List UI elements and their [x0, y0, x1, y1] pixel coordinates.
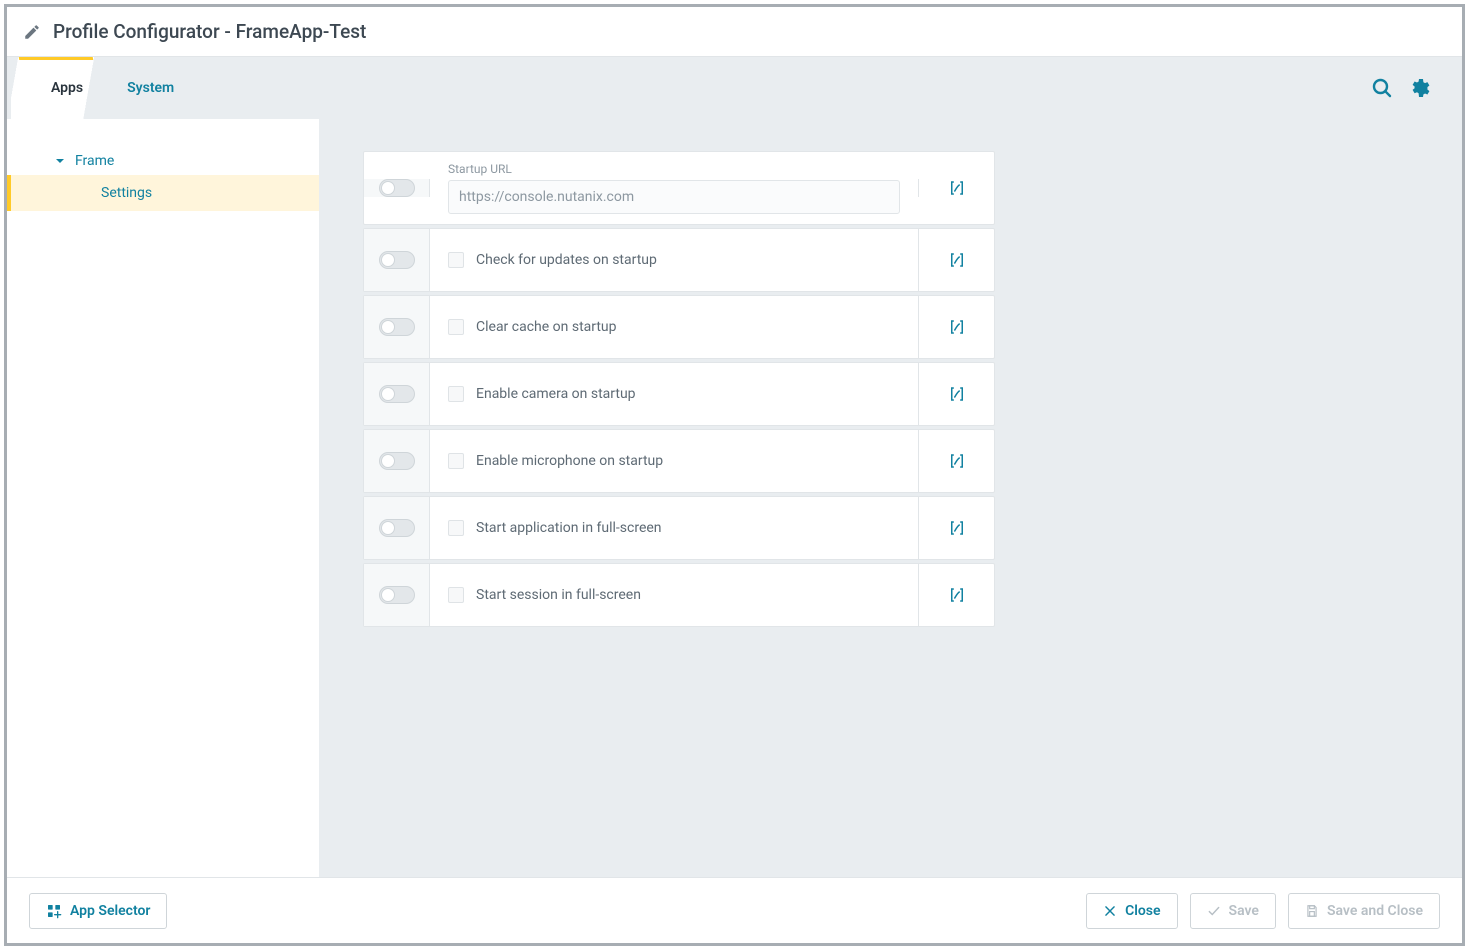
value-source-button[interactable] [918, 363, 994, 425]
check-icon [1207, 904, 1221, 918]
tab-system[interactable]: System [105, 57, 196, 119]
apps-icon [46, 903, 62, 919]
sidebar-item-settings-label: Settings [101, 185, 152, 201]
checkbox-check-updates[interactable] [448, 252, 464, 268]
toggle-cell [364, 564, 430, 626]
body: Frame Settings Startup URL [7, 119, 1462, 877]
setting-row: Enable microphone on startup [363, 429, 995, 493]
value-source-button[interactable] [918, 430, 994, 492]
value-source-button[interactable] [918, 229, 994, 291]
setting-main: Startup URL [430, 152, 918, 224]
brackets-icon [948, 385, 966, 403]
setting-row: Check for updates on startup [363, 228, 995, 292]
close-icon [1103, 904, 1117, 918]
settings-list: Startup URL Ch [363, 151, 995, 627]
close-label: Close [1125, 903, 1160, 919]
setting-label: Clear cache on startup [476, 319, 617, 335]
sidebar-item-frame-label: Frame [75, 153, 114, 169]
brackets-icon [948, 251, 966, 269]
checkbox-camera[interactable] [448, 386, 464, 402]
setting-main: Start session in full-screen [430, 564, 918, 626]
setting-row-startup-url: Startup URL [363, 151, 995, 225]
save-button[interactable]: Save [1190, 893, 1276, 929]
setting-main: Enable microphone on startup [430, 430, 918, 492]
page-title: Profile Configurator - FrameApp-Test [53, 20, 366, 43]
setting-main: Start application in full-screen [430, 497, 918, 559]
setting-main: Enable camera on startup [430, 363, 918, 425]
tab-apps[interactable]: Apps [29, 57, 105, 119]
title-prefix: Profile Configurator - [53, 20, 236, 43]
chevron-down-icon [55, 156, 65, 166]
gear-eye-icon[interactable] [1406, 74, 1434, 102]
band-right-icons [1368, 74, 1434, 102]
save-icon [1305, 904, 1319, 918]
tab-band: Apps System [7, 57, 1462, 119]
toggle-camera[interactable] [379, 385, 415, 403]
checkbox-session-fullscreen[interactable] [448, 587, 464, 603]
search-icon[interactable] [1368, 74, 1396, 102]
sidebar: Frame Settings [7, 119, 319, 877]
brackets-icon [948, 179, 966, 197]
tab-apps-label: Apps [51, 80, 83, 96]
setting-row: Start application in full-screen [363, 496, 995, 560]
checkbox-microphone[interactable] [448, 453, 464, 469]
checkbox-clear-cache[interactable] [448, 319, 464, 335]
setting-label: Start session in full-screen [476, 587, 641, 603]
toggle-check-updates[interactable] [379, 251, 415, 269]
toggle-cell [364, 229, 430, 291]
footer: App Selector Close Save Save and Close [7, 877, 1462, 943]
toggle-cell [364, 430, 430, 492]
window: Profile Configurator - FrameApp-Test App… [4, 4, 1465, 946]
tab-system-label: System [127, 80, 174, 96]
save-label: Save [1229, 903, 1259, 919]
toggle-cell [364, 179, 430, 197]
setting-main: Clear cache on startup [430, 296, 918, 358]
setting-label: Enable camera on startup [476, 386, 636, 402]
startup-url-label: Startup URL [448, 162, 900, 176]
toggle-cell [364, 296, 430, 358]
value-source-button[interactable] [918, 564, 994, 626]
edit-icon [23, 23, 41, 41]
app-selector-button[interactable]: App Selector [29, 893, 167, 929]
canvas: Startup URL Ch [319, 119, 1462, 877]
toggle-app-fullscreen[interactable] [379, 519, 415, 537]
toggle-microphone[interactable] [379, 452, 415, 470]
checkbox-app-fullscreen[interactable] [448, 520, 464, 536]
value-source-button[interactable] [918, 296, 994, 358]
value-source-button[interactable] [918, 497, 994, 559]
startup-url-input[interactable] [448, 180, 900, 214]
brackets-icon [948, 519, 966, 537]
save-and-close-button[interactable]: Save and Close [1288, 893, 1440, 929]
header: Profile Configurator - FrameApp-Test [7, 7, 1462, 57]
setting-label: Check for updates on startup [476, 252, 657, 268]
setting-label: Enable microphone on startup [476, 453, 663, 469]
sidebar-item-settings[interactable]: Settings [7, 175, 319, 211]
title-suffix: FrameApp-Test [236, 20, 367, 43]
setting-row: Enable camera on startup [363, 362, 995, 426]
toggle-startup-url[interactable] [379, 179, 415, 197]
toggle-cell [364, 363, 430, 425]
toggle-cell [364, 497, 430, 559]
setting-row: Start session in full-screen [363, 563, 995, 627]
sidebar-item-frame[interactable]: Frame [7, 147, 319, 175]
brackets-icon [948, 586, 966, 604]
brackets-icon [948, 452, 966, 470]
toggle-session-fullscreen[interactable] [379, 586, 415, 604]
save-and-close-label: Save and Close [1327, 903, 1423, 919]
toggle-clear-cache[interactable] [379, 318, 415, 336]
setting-label: Start application in full-screen [476, 520, 662, 536]
close-button[interactable]: Close [1086, 893, 1177, 929]
value-source-button[interactable] [918, 179, 994, 197]
tabstrip: Apps System [7, 57, 196, 119]
brackets-icon [948, 318, 966, 336]
setting-row: Clear cache on startup [363, 295, 995, 359]
setting-main: Check for updates on startup [430, 229, 918, 291]
app-selector-label: App Selector [70, 903, 150, 919]
